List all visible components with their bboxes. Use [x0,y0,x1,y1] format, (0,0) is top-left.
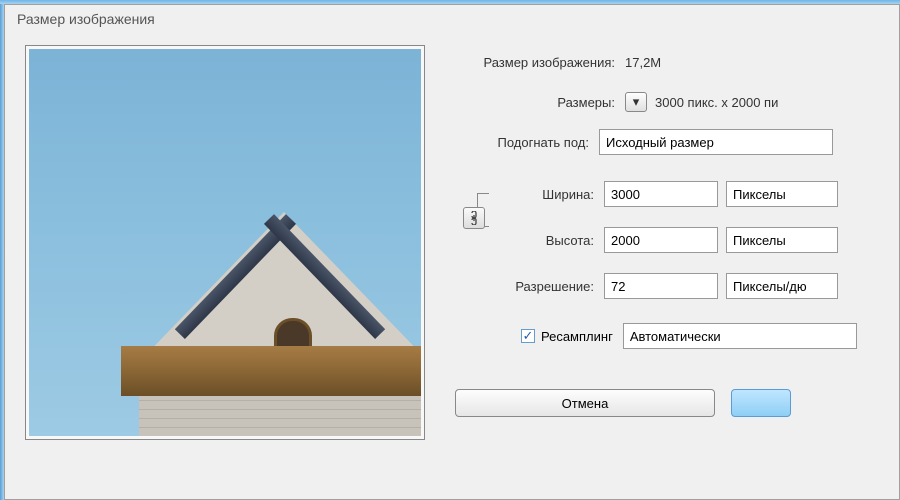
resample-method-select[interactable]: Автоматически [623,323,857,349]
resolution-label: Разрешение: [455,279,604,294]
resample-method-value: Автоматически [630,329,721,344]
resolution-unit-select[interactable]: Пикселы/дю [726,273,838,299]
dialog-title: Размер изображения [5,5,899,35]
chain-link-icon [468,211,480,225]
height-input[interactable] [604,227,718,253]
resample-label: Ресамплинг [541,329,613,344]
dimensions-flyout-button[interactable]: ▾ [625,92,647,112]
image-size-value: 17,2M [625,55,661,70]
fit-to-select[interactable]: Исходный размер [599,129,833,155]
chevron-down-icon: ▾ [633,94,640,110]
image-size-dialog: Размер изображения [4,4,900,500]
height-unit-select[interactable]: Пикселы [726,227,838,253]
width-unit-value: Пикселы [733,187,786,202]
height-unit-value: Пикселы [733,233,786,248]
checkmark-icon: ✓ [523,328,534,344]
dimensions-value: 3000 пикс. x 2000 пи [655,95,778,110]
image-size-label: Размер изображения: [455,55,625,70]
fit-to-label: Подогнать под: [455,135,599,150]
cancel-button-label: Отмена [562,396,609,411]
fit-to-value: Исходный размер [606,135,714,150]
resolution-input[interactable] [604,273,718,299]
resolution-unit-value: Пикселы/дю [733,279,807,294]
dimensions-label: Размеры: [455,95,625,110]
constrain-proportions-toggle[interactable] [463,207,485,229]
width-unit-select[interactable]: Пикселы [726,181,838,207]
ok-button[interactable] [731,389,791,417]
image-preview [25,45,425,440]
cancel-button[interactable]: Отмена [455,389,715,417]
width-input[interactable] [604,181,718,207]
resample-checkbox[interactable]: ✓ [521,329,535,343]
